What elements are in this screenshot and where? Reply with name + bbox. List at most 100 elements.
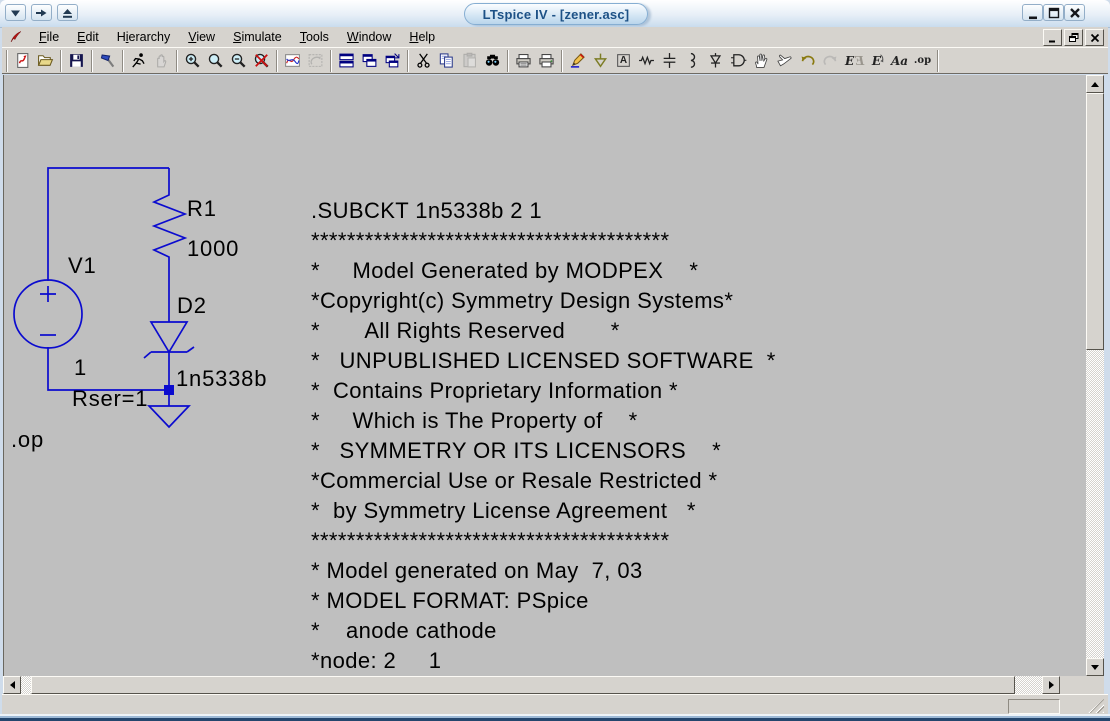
tool-print-icon[interactable] bbox=[535, 49, 558, 73]
tool-waveform-autorange-icon[interactable] bbox=[281, 49, 304, 73]
node-junction[interactable] bbox=[164, 385, 174, 395]
r1-value-label[interactable]: 1000 bbox=[187, 236, 239, 261]
tool-place-diode-icon[interactable] bbox=[704, 49, 727, 73]
horizontal-scroll-thumb[interactable] bbox=[31, 676, 1015, 694]
tool-redo-icon[interactable] bbox=[819, 49, 842, 73]
ground-symbol[interactable] bbox=[149, 406, 189, 427]
vertical-scrollbar[interactable] bbox=[1086, 75, 1104, 676]
horizontal-scrollbar[interactable] bbox=[3, 676, 1086, 694]
tool-undo-icon[interactable] bbox=[796, 49, 819, 73]
menu-simulate[interactable]: Simulate bbox=[224, 29, 291, 45]
menu-edit[interactable]: Edit bbox=[68, 29, 108, 45]
tool-waveform-settings-icon[interactable] bbox=[304, 49, 327, 73]
tool-place-capacitor-icon[interactable] bbox=[658, 49, 681, 73]
tool-move-icon[interactable] bbox=[750, 49, 773, 73]
tool-place-component-icon[interactable] bbox=[727, 49, 750, 73]
voltage-source-v1[interactable]: V1 1 Rser=1 bbox=[14, 253, 148, 411]
menu-help[interactable]: Help bbox=[400, 29, 444, 45]
tool-print-preview-icon[interactable] bbox=[512, 49, 535, 73]
toolbar-separator bbox=[60, 50, 62, 72]
tool-cascade-windows-icon[interactable] bbox=[381, 49, 404, 73]
schematic-canvas[interactable]: V1 1 Rser=1 R1 1000 D2 1n5338b bbox=[3, 75, 1086, 676]
tool-zoom-out-icon[interactable] bbox=[227, 49, 250, 73]
close-button[interactable] bbox=[1064, 4, 1085, 21]
tool-place-inductor-icon[interactable] bbox=[681, 49, 704, 73]
tool-zoom-in-icon[interactable] bbox=[181, 49, 204, 73]
mdi-close-icon bbox=[1089, 32, 1101, 44]
scroll-right-button[interactable] bbox=[1042, 676, 1060, 694]
tool-drag-icon[interactable] bbox=[773, 49, 796, 73]
shade-button[interactable] bbox=[57, 4, 78, 21]
statusbar bbox=[2, 694, 1108, 715]
tool-place-ground-icon[interactable] bbox=[589, 49, 612, 73]
tool-copy-icon[interactable] bbox=[435, 49, 458, 73]
tool-label-net-icon[interactable]: A bbox=[612, 49, 635, 73]
d2-model-label[interactable]: 1n5338b bbox=[176, 366, 267, 391]
window-menu-button[interactable] bbox=[5, 4, 26, 21]
netlist-text[interactable]: .SUBCKT 1n5338b 2 1 ********************… bbox=[311, 196, 776, 676]
tool-draw-wire-icon[interactable] bbox=[566, 49, 589, 73]
eject-icon bbox=[60, 6, 75, 20]
tool-cut-icon[interactable] bbox=[412, 49, 435, 73]
mdi-restore-button[interactable] bbox=[1064, 29, 1083, 46]
tool-open-file-icon[interactable] bbox=[34, 49, 57, 73]
menu-window[interactable]: Window bbox=[338, 29, 400, 45]
window-bottom-edge bbox=[0, 714, 1110, 721]
v1-name-label[interactable]: V1 bbox=[68, 253, 97, 278]
tool-mirror-icon[interactable]: EE bbox=[842, 49, 865, 73]
toolbar-separator bbox=[91, 50, 93, 72]
tool-tile-horizontally-icon[interactable] bbox=[335, 49, 358, 73]
mdi-restore-icon bbox=[1068, 32, 1080, 44]
tool-new-schematic-icon[interactable] bbox=[11, 49, 34, 73]
tool-save-icon[interactable] bbox=[65, 49, 88, 73]
tool-halt-simulation-icon[interactable] bbox=[150, 49, 173, 73]
menu-file[interactable]: File bbox=[30, 29, 68, 45]
tool-rotate-icon[interactable]: E bbox=[865, 49, 888, 73]
window-title: LTspice IV - [zener.asc] bbox=[483, 7, 630, 22]
toolbar-separator bbox=[330, 50, 332, 72]
wire[interactable] bbox=[48, 168, 169, 281]
op-directive-label[interactable]: .op bbox=[11, 427, 44, 452]
scroll-down-button[interactable] bbox=[1086, 658, 1104, 676]
right-arrow-icon bbox=[1049, 681, 1058, 689]
toolbar-separator bbox=[407, 50, 409, 72]
tool-find-icon[interactable] bbox=[481, 49, 504, 73]
v1-rser-label[interactable]: Rser=1 bbox=[72, 386, 148, 411]
menu-hierarchy[interactable]: Hierarchy bbox=[108, 29, 180, 45]
tool-spice-directive-icon[interactable]: .op bbox=[911, 49, 934, 73]
mdi-close-button[interactable] bbox=[1085, 29, 1104, 46]
zener-diode-d2[interactable]: D2 1n5338b bbox=[144, 293, 267, 406]
menu-view[interactable]: View bbox=[179, 29, 224, 45]
d2-name-label[interactable]: D2 bbox=[177, 293, 207, 318]
tool-place-text-icon[interactable]: Aa bbox=[888, 49, 911, 73]
tool-tile-vertically-icon[interactable] bbox=[358, 49, 381, 73]
scroll-up-button[interactable] bbox=[1086, 75, 1104, 93]
menu-tools[interactable]: Tools bbox=[291, 29, 338, 45]
wire[interactable] bbox=[48, 347, 169, 390]
tool-zoom-back-icon[interactable] bbox=[250, 49, 273, 73]
up-arrow-icon bbox=[1091, 78, 1099, 87]
tool-place-resistor-icon[interactable] bbox=[635, 49, 658, 73]
v1-value-label[interactable]: 1 bbox=[74, 355, 87, 380]
toolbar-separator bbox=[937, 50, 939, 72]
toolbar-separator bbox=[122, 50, 124, 72]
close-icon bbox=[1068, 6, 1082, 20]
tool-run-simulation-icon[interactable] bbox=[127, 49, 150, 73]
maximize-button[interactable] bbox=[1043, 4, 1064, 21]
menu-triangle-icon bbox=[8, 6, 23, 20]
plus-terminal bbox=[40, 286, 56, 302]
r1-name-label[interactable]: R1 bbox=[187, 196, 217, 221]
pin-button[interactable] bbox=[31, 4, 52, 21]
tool-paste-icon[interactable] bbox=[458, 49, 481, 73]
mdi-minimize-icon bbox=[1047, 32, 1059, 44]
vertical-scroll-thumb[interactable] bbox=[1086, 93, 1104, 350]
scrollbar-end-cap bbox=[1060, 676, 1086, 694]
mdi-minimize-button[interactable] bbox=[1043, 29, 1062, 46]
resize-grip[interactable] bbox=[1088, 699, 1104, 713]
minimize-button[interactable] bbox=[1022, 4, 1043, 21]
titlebar[interactable]: LTspice IV - [zener.asc] bbox=[0, 0, 1110, 28]
tool-control-panel-icon[interactable] bbox=[96, 49, 119, 73]
tool-zoom-full-extents-icon[interactable] bbox=[204, 49, 227, 73]
scroll-left-button[interactable] bbox=[3, 676, 21, 694]
app-icon[interactable] bbox=[8, 30, 24, 44]
